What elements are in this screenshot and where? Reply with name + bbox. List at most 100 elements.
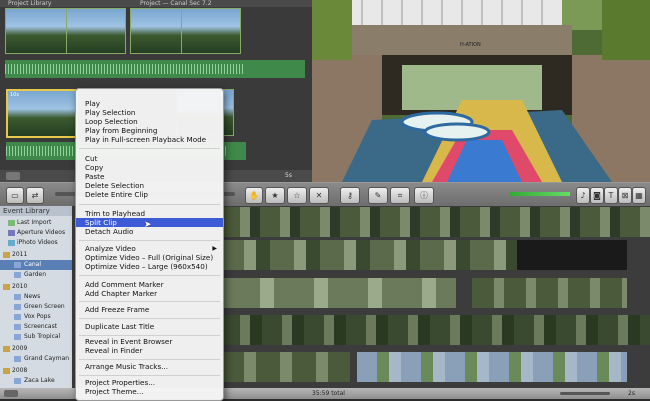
star-icon: ★ bbox=[271, 191, 279, 200]
library-item-garden[interactable]: Garden bbox=[0, 270, 72, 280]
event-icon bbox=[14, 314, 21, 320]
project-clip-2[interactable] bbox=[66, 8, 126, 54]
event-clip-row[interactable] bbox=[220, 352, 350, 382]
context-menu: Play Play Selection Loop Selection Play … bbox=[75, 88, 224, 401]
menu-item-add-comment-marker[interactable]: Add Comment Marker bbox=[76, 280, 223, 289]
keyword-button[interactable]: ⚷ bbox=[340, 187, 360, 204]
menu-item-cut[interactable]: Cut bbox=[76, 154, 223, 163]
event-clip-row[interactable] bbox=[472, 278, 627, 308]
music-button[interactable]: ♪ bbox=[576, 187, 590, 204]
clip-filmstrip bbox=[220, 352, 350, 382]
event-clip-row[interactable] bbox=[357, 352, 627, 382]
event-icon bbox=[14, 356, 21, 362]
menu-item-play[interactable]: Play bbox=[76, 99, 223, 108]
video-viewer[interactable]: H-ATION bbox=[312, 0, 650, 182]
title-button[interactable]: T bbox=[604, 187, 618, 204]
menu-item-delete-selection[interactable]: Delete Selection bbox=[76, 181, 223, 190]
event-library-sidebar: Event Library Last Import Aperture Video… bbox=[0, 206, 72, 388]
library-item-screencast[interactable]: Screencast bbox=[0, 322, 72, 332]
event-clip-row[interactable] bbox=[220, 207, 650, 237]
audio-track-1[interactable] bbox=[5, 60, 305, 78]
menu-separator bbox=[79, 204, 220, 205]
menu-separator bbox=[79, 240, 220, 241]
eyedropper-button[interactable]: ✎ bbox=[368, 187, 388, 204]
camera-button[interactable]: ▭ bbox=[6, 187, 24, 204]
event-icon bbox=[14, 324, 21, 330]
clip-filmstrip bbox=[220, 278, 456, 308]
browser-zoom-slider[interactable] bbox=[560, 392, 610, 395]
inspector-button[interactable]: ⓘ bbox=[414, 187, 434, 204]
menu-item-optimize-large[interactable]: Optimize Video – Large (960x540) bbox=[76, 262, 223, 271]
photo-button[interactable]: ◙ bbox=[590, 187, 604, 204]
swap-icon: ⇄ bbox=[31, 191, 39, 200]
library-year-2011[interactable]: 2011 bbox=[0, 250, 72, 260]
browser-zoom-label: 2s bbox=[628, 390, 635, 397]
library-item-canal[interactable]: Canal bbox=[0, 260, 72, 270]
library-year-2010[interactable]: 2010 bbox=[0, 282, 72, 292]
library-year-2009[interactable]: 2009 bbox=[0, 344, 72, 354]
project-clip-3[interactable] bbox=[130, 8, 182, 54]
event-clip-row[interactable] bbox=[220, 315, 650, 345]
event-icon bbox=[14, 262, 21, 268]
library-item-zaca-lake[interactable]: Zaca Lake bbox=[0, 376, 72, 386]
map-button[interactable]: ▦ bbox=[632, 187, 646, 204]
transition-button[interactable]: ⊠ bbox=[618, 187, 632, 204]
menu-item-loop-selection[interactable]: Loop Selection bbox=[76, 117, 223, 126]
library-item-green-screen[interactable]: Green Screen bbox=[0, 302, 72, 312]
folder-icon bbox=[3, 346, 10, 352]
menu-item-play-fullscreen[interactable]: Play in Full-screen Playback Mode bbox=[76, 135, 223, 144]
event-icon bbox=[14, 304, 21, 310]
library-item-vox-pops[interactable]: Vox Pops bbox=[0, 312, 72, 322]
menu-item-delete-entire-clip[interactable]: Delete Entire Clip bbox=[76, 190, 223, 199]
library-item-iphoto[interactable]: iPhoto Videos bbox=[0, 238, 72, 248]
folder-icon bbox=[3, 284, 10, 290]
menu-separator bbox=[79, 318, 220, 319]
menu-item-project-properties[interactable]: Project Properties... bbox=[76, 378, 223, 387]
aperture-icon bbox=[8, 230, 15, 236]
swap-button[interactable]: ⇄ bbox=[26, 187, 44, 204]
menu-item-optimize-full[interactable]: Optimize Video – Full (Original Size) bbox=[76, 253, 223, 262]
menu-item-paste[interactable]: Paste bbox=[76, 172, 223, 181]
library-item-news[interactable]: News bbox=[0, 292, 72, 302]
library-item-grand-cayman[interactable]: Grand Cayman bbox=[0, 354, 72, 364]
clip-filmstrip bbox=[220, 207, 650, 237]
hand-tool-button[interactable]: ✋ bbox=[245, 187, 263, 204]
reject-button[interactable]: ✕ bbox=[309, 187, 329, 204]
project-library-label[interactable]: Project Library bbox=[8, 0, 51, 7]
menu-item-analyze-video[interactable]: Analyze Video ▶ bbox=[76, 244, 223, 253]
project-bottom-button[interactable] bbox=[6, 172, 20, 180]
fullscreen-button[interactable] bbox=[4, 390, 18, 397]
menu-item-arrange-music[interactable]: Arrange Music Tracks... bbox=[76, 362, 223, 371]
menu-item-reveal-finder[interactable]: Reveal in Finder bbox=[76, 346, 223, 355]
menu-separator bbox=[79, 359, 220, 360]
menu-item-add-chapter-marker[interactable]: Add Chapter Marker bbox=[76, 289, 223, 298]
menu-item-play-selection[interactable]: Play Selection bbox=[76, 108, 223, 117]
unmark-button[interactable]: ☆ bbox=[287, 187, 307, 204]
event-clip-row[interactable] bbox=[220, 278, 456, 308]
menu-item-copy[interactable]: Copy bbox=[76, 163, 223, 172]
menu-item-project-theme[interactable]: Project Theme... bbox=[76, 387, 223, 396]
clip-filmstrip bbox=[517, 240, 627, 270]
clip-filmstrip bbox=[220, 315, 650, 345]
transition-icon: ⊠ bbox=[621, 191, 629, 200]
favorite-button[interactable]: ★ bbox=[265, 187, 285, 204]
event-icon bbox=[14, 378, 21, 384]
menu-item-duplicate-last-title[interactable]: Duplicate Last Title bbox=[76, 322, 223, 331]
project-clip-4[interactable] bbox=[181, 8, 241, 54]
camera-photo-icon: ◙ bbox=[593, 191, 601, 200]
menu-item-trim-to-playhead[interactable]: Trim to Playhead bbox=[76, 209, 223, 218]
event-icon bbox=[14, 272, 21, 278]
selected-project-clip[interactable]: 10s bbox=[6, 89, 78, 138]
library-year-2008[interactable]: 2008 bbox=[0, 366, 72, 376]
library-item-sub-tropical[interactable]: Sub Tropical bbox=[0, 332, 72, 342]
menu-item-play-from-beginning[interactable]: Play from Beginning bbox=[76, 126, 223, 135]
crop-button[interactable]: ⌗ bbox=[390, 187, 410, 204]
event-clip-swans[interactable] bbox=[517, 240, 627, 270]
menu-item-reveal-event-browser[interactable]: Reveal in Event Browser bbox=[76, 337, 223, 346]
library-item-last-import[interactable]: Last Import bbox=[0, 218, 72, 228]
library-item-aperture[interactable]: Aperture Videos bbox=[0, 228, 72, 238]
project-clip-1[interactable] bbox=[5, 8, 67, 54]
menu-item-add-freeze-frame[interactable]: Add Freeze Frame bbox=[76, 305, 223, 314]
menu-separator bbox=[79, 335, 220, 336]
project-zoom-counter: 5s bbox=[285, 172, 292, 179]
